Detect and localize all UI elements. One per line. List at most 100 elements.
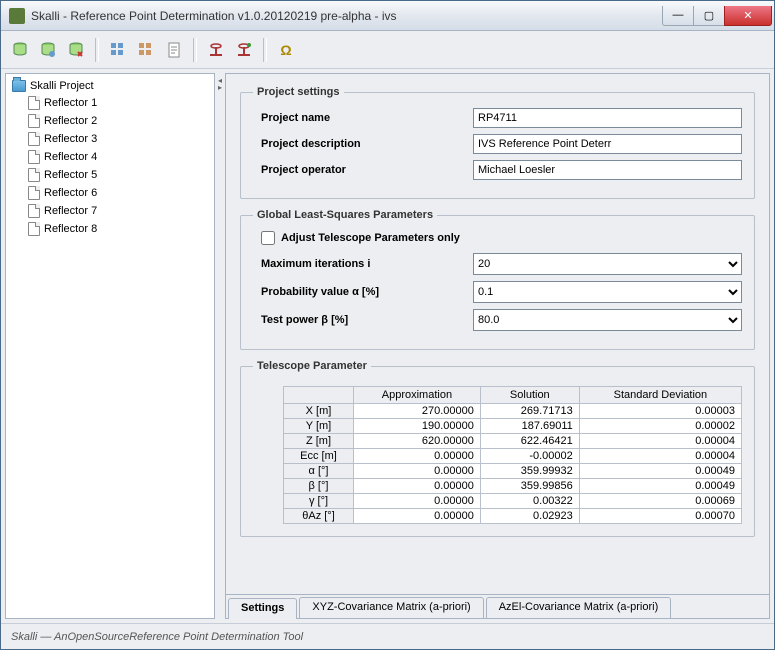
tab-azel-covariance[interactable]: AzEl-Covariance Matrix (a-priori) [486,597,672,618]
toolbar-omega-icon[interactable]: Ω [273,37,299,63]
document-icon [28,132,40,146]
svg-text:Ω: Ω [280,42,291,58]
tree-item[interactable]: Reflector 8 [28,220,210,238]
tree-item[interactable]: Reflector 1 [28,94,210,112]
document-icon [28,150,40,164]
cell-stddev: 0.00069 [579,494,741,509]
prob-select[interactable]: 0.1 [473,281,742,303]
adjust-only-checkbox[interactable] [261,231,275,245]
row-name: Ecc [m] [284,449,354,464]
splitter[interactable]: ◂▸ [217,73,223,619]
status-suffix: Reference Point Determination Tool [129,631,303,643]
cell-approx: 620.00000 [354,434,481,449]
toolbar-grid2-icon[interactable] [133,37,159,63]
toolbar-db1-icon[interactable] [7,37,33,63]
cell-approx: 0.00000 [354,509,481,524]
solution-col-header: Solution [480,387,579,404]
project-desc-input[interactable] [473,134,742,154]
project-tree[interactable]: Skalli Project Reflector 1Reflector 2Ref… [5,73,215,619]
toolbar-grid1-icon[interactable] [105,37,131,63]
toolbar-separator [95,38,99,62]
document-icon [28,222,40,236]
document-icon [28,114,40,128]
power-label: Test power β [%] [253,314,473,326]
cell-solution: 359.99856 [480,479,579,494]
cell-approx: 0.00000 [354,449,481,464]
power-select[interactable]: 80.0 [473,309,742,331]
status-em: OpenSource [67,631,129,643]
toolbar-separator [263,38,267,62]
approx-col-header: Approximation [354,387,481,404]
tree-item[interactable]: Reflector 6 [28,184,210,202]
status-bar: Skalli — An OpenSource Reference Point D… [1,623,774,649]
tree-item-label: Reflector 4 [44,151,97,163]
tab-settings[interactable]: Settings [228,598,297,619]
table-row: β [°]0.00000359.998560.00049 [284,479,742,494]
cell-stddev: 0.00049 [579,464,741,479]
project-operator-input[interactable] [473,160,742,180]
document-icon [28,96,40,110]
project-desc-label: Project description [253,138,473,150]
cell-stddev: 0.00049 [579,479,741,494]
window-title: Skalli - Reference Point Determination v… [31,9,663,23]
cell-solution: 622.46421 [480,434,579,449]
table-row: X [m]270.00000269.717130.00003 [284,404,742,419]
telescope-param-legend: Telescope Parameter [253,360,371,372]
cell-stddev: 0.00004 [579,434,741,449]
window-buttons: — ▢ ✕ [663,6,772,26]
tree-item[interactable]: Reflector 7 [28,202,210,220]
maxiter-select[interactable]: 20 [473,253,742,275]
tree-root-label: Skalli Project [30,80,94,92]
titlebar: Skalli - Reference Point Determination v… [1,1,774,31]
tab-bar: Settings XYZ-Covariance Matrix (a-priori… [226,594,769,618]
splitter-handle-icon: ◂▸ [218,77,222,91]
adjust-only-label: Adjust Telescope Parameters only [281,232,460,244]
toolbar-telescope1-icon[interactable] [203,37,229,63]
tree-item[interactable]: Reflector 2 [28,112,210,130]
tree-item[interactable]: Reflector 3 [28,130,210,148]
cell-solution: 0.02923 [480,509,579,524]
project-settings-group: Project settings Project name Project de… [240,86,755,199]
app-icon [9,8,25,24]
cell-stddev: 0.00004 [579,449,741,464]
tree-item[interactable]: Reflector 5 [28,166,210,184]
tree-children: Reflector 1 Reflector 2 Reflector 3 Reflect… [10,94,210,238]
project-operator-label: Project operator [253,164,473,176]
toolbar-separator [193,38,197,62]
close-button[interactable]: ✕ [724,6,772,26]
tab-xyz-covariance[interactable]: XYZ-Covariance Matrix (a-priori) [299,597,483,618]
maximize-button[interactable]: ▢ [693,6,725,26]
cell-approx: 270.00000 [354,404,481,419]
cell-approx: 190.00000 [354,419,481,434]
folder-icon [12,80,26,92]
prob-label: Probability value α [%] [253,286,473,298]
gls-legend: Global Least-Squares Parameters [253,209,437,221]
tree-item[interactable]: Reflector 4 [28,148,210,166]
row-name: Z [m] [284,434,354,449]
toolbar-telescope2-icon[interactable] [231,37,257,63]
table-row: Y [m]190.00000187.690110.00002 [284,419,742,434]
tree-item-label: Reflector 7 [44,205,97,217]
main-body: Project settings Project name Project de… [226,74,769,594]
cell-approx: 0.00000 [354,494,481,509]
document-icon [28,204,40,218]
minimize-button[interactable]: — [662,6,694,26]
cell-stddev: 0.00070 [579,509,741,524]
toolbar-db3-icon[interactable] [63,37,89,63]
app-window: Skalli - Reference Point Determination v… [0,0,775,650]
toolbar-doc-icon[interactable] [161,37,187,63]
tree-root[interactable]: Skalli Project [10,78,210,94]
cell-approx: 0.00000 [354,479,481,494]
cell-stddev: 0.00003 [579,404,741,419]
status-prefix: Skalli — An [11,631,67,643]
row-name: β [°] [284,479,354,494]
tree-item-label: Reflector 3 [44,133,97,145]
tree-item-label: Reflector 2 [44,115,97,127]
empty-col-header [284,387,354,404]
row-name: γ [°] [284,494,354,509]
tree-item-label: Reflector 5 [44,169,97,181]
maxiter-label: Maximum iterations i [253,258,473,270]
project-name-input[interactable] [473,108,742,128]
tree-item-label: Reflector 6 [44,187,97,199]
toolbar-db2-icon[interactable] [35,37,61,63]
